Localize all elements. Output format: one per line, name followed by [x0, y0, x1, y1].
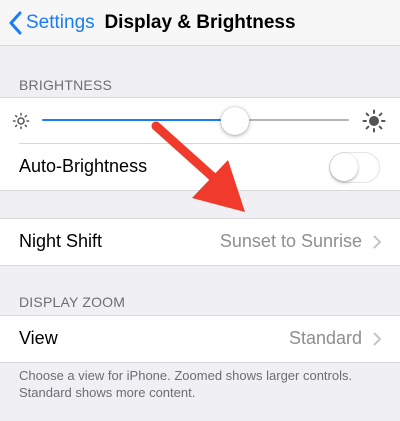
night-shift-group: Night Shift Sunset to Sunrise	[0, 218, 400, 266]
night-shift-value: Sunset to Sunrise	[219, 231, 362, 251]
view-value: Standard	[288, 328, 362, 348]
sun-small-icon	[12, 112, 30, 130]
toggle-knob	[330, 153, 358, 181]
auto-brightness-toggle[interactable]	[329, 152, 380, 183]
view-row[interactable]: View Standard	[0, 316, 400, 362]
auto-brightness-row: Auto-Brightness	[0, 144, 400, 190]
night-shift-label: Night Shift	[19, 231, 103, 251]
brightness-group: Auto-Brightness	[0, 97, 400, 191]
sun-large-icon	[362, 109, 386, 133]
display-zoom-footer: Choose a view for iPhone. Zoomed shows l…	[19, 368, 353, 400]
view-label: View	[19, 328, 58, 348]
brightness-slider-fill	[42, 119, 222, 121]
brightness-slider-thumb[interactable]	[221, 107, 250, 135]
display-zoom-group: View Standard	[0, 315, 400, 363]
brightness-section-header: BRIGHTNESS	[19, 77, 113, 93]
navigation-bar: Settings Display & Brightness	[0, 0, 400, 46]
chevron-right-icon	[373, 332, 381, 346]
night-shift-row[interactable]: Night Shift Sunset to Sunrise	[0, 219, 400, 265]
auto-brightness-label: Auto-Brightness	[19, 156, 148, 176]
chevron-right-icon	[373, 235, 381, 249]
brightness-slider[interactable]	[42, 119, 349, 122]
page-title: Display & Brightness	[104, 12, 296, 33]
brightness-slider-row	[0, 98, 400, 144]
brightness-slider-track	[249, 119, 349, 121]
display-zoom-section-header: DISPLAY ZOOM	[19, 294, 126, 310]
